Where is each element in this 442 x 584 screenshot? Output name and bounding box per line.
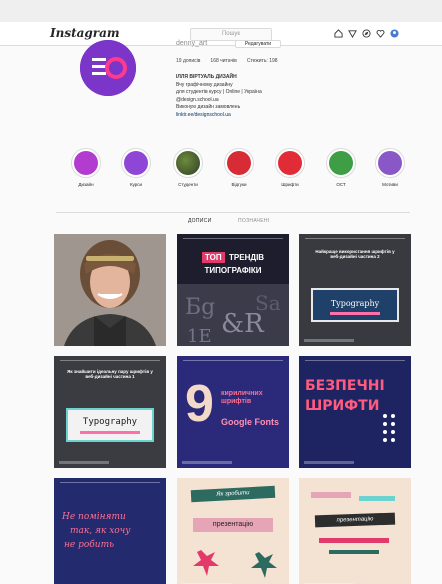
highlight-item[interactable]: Дизайн xyxy=(68,148,104,187)
post-header-line xyxy=(60,482,160,486)
profile-bio: ІЛЛЯ ВІРТУАЛЬ ДИЗАЙН Вчу графічному диза… xyxy=(176,74,376,119)
highlight-label: Курси xyxy=(129,182,143,187)
highlight-cover xyxy=(378,151,402,175)
bio-line: Виконую дизайн замовлень xyxy=(176,104,241,110)
post-footer-bar xyxy=(304,339,354,342)
bio-name: ІЛЛЯ ВІРТУАЛЬ ДИЗАЙН xyxy=(176,74,237,80)
post-tile[interactable] xyxy=(54,234,166,346)
highlight-label: Відгуки xyxy=(231,182,247,187)
highlight-item[interactable]: Мотиви xyxy=(372,148,408,187)
pink-underline xyxy=(330,312,380,315)
decorative-shapes xyxy=(311,492,395,554)
svg-text:1Е: 1Е xyxy=(187,326,212,346)
highlight-label: Дизайн xyxy=(78,182,94,187)
highlight-item[interactable]: Шрифти xyxy=(272,148,308,187)
post-header-line xyxy=(183,360,283,364)
tab-tagged[interactable]: ПОЗНАЧЕНІ xyxy=(238,218,269,224)
icon-dots xyxy=(383,414,395,442)
instagram-logo[interactable]: Instagram xyxy=(50,26,120,40)
compass-icon[interactable] xyxy=(361,28,371,38)
top-navbar: Instagram Пошук xyxy=(0,22,442,46)
post-title-word: ТОП xyxy=(201,252,225,263)
post-tile[interactable]: Не поміняти так, як хочу не робить xyxy=(54,478,166,584)
highlight-label: Студенти xyxy=(178,182,198,187)
story-highlights: Дизайн Курси Студенти Відгуки Шрифти ОСТ… xyxy=(68,148,408,192)
stat-followers[interactable]: 168 читачів xyxy=(210,58,236,64)
svg-text:Sa: Sa xyxy=(255,291,281,315)
post-footer-bar xyxy=(59,461,109,464)
tab-posts[interactable]: ДОПИСИ xyxy=(188,218,211,224)
highlight-cover xyxy=(124,151,148,175)
bio-line: Вчу графічному дизайну xyxy=(176,81,233,88)
bio-line: для студентів курсу | Online | Україна xyxy=(176,89,262,95)
post-tile[interactable]: БЕЗПЕЧНІ ШРИФТИ xyxy=(299,356,411,468)
typography-label: Typography xyxy=(330,299,380,308)
highlight-label: Мотиви xyxy=(382,182,398,187)
post-title-word: ТРЕНДІВ xyxy=(229,253,265,262)
explore-icon[interactable] xyxy=(347,28,357,38)
bio-link[interactable]: linktr.ee/designschool.ua xyxy=(176,112,376,120)
highlight-cover xyxy=(176,151,200,175)
post-subtitle: кириличних шрифтів xyxy=(221,390,263,406)
post-tile[interactable]: Бg &R Sa 1Е ТОП ТРЕНДІВ ТИПОГРАФІКИ xyxy=(177,234,289,346)
highlight-label: Шрифти xyxy=(281,182,299,187)
highlight-label: ОСТ xyxy=(336,182,346,187)
typography-card: Typography xyxy=(311,288,399,322)
post-header-line xyxy=(60,360,160,364)
post-tile[interactable]: Найкраще використання шрифтів у веб-диза… xyxy=(299,234,411,346)
typography-card: Typography xyxy=(66,408,154,442)
big-number: 9 xyxy=(185,375,214,433)
browser-strip xyxy=(0,0,442,22)
pink-underline xyxy=(80,431,140,434)
post-tile[interactable]: Як зробити презентацію xyxy=(177,478,289,584)
post-title-word: ТИПОГРАФІКИ xyxy=(204,265,262,275)
post-title: Як знайшити ідеальну пару шрифтів у веб-… xyxy=(67,369,153,379)
post-tile[interactable]: Як знайшити ідеальну пару шрифтів у веб-… xyxy=(54,356,166,468)
highlight-item[interactable]: Відгуки xyxy=(221,148,257,187)
home-icon[interactable] xyxy=(333,28,343,38)
profile-stats: 19 дописів 168 читачів Стежить: 198 xyxy=(176,58,278,64)
profile-avatar[interactable] xyxy=(80,40,136,96)
highlight-item[interactable]: Курси xyxy=(118,148,154,187)
starburst-shapes xyxy=(193,550,277,578)
highlight-item[interactable]: Студенти xyxy=(170,148,206,187)
stat-following[interactable]: Стежить: 198 xyxy=(247,58,278,64)
typography-label: Typography xyxy=(82,417,138,427)
post-tile[interactable]: презентацію xyxy=(299,478,411,584)
highlight-cover xyxy=(329,151,353,175)
post-script-line: не робить xyxy=(64,540,115,550)
stat-posts[interactable]: 19 дописів xyxy=(176,58,200,64)
profile-icon[interactable] xyxy=(389,28,399,38)
svg-text:Бg: Бg xyxy=(185,295,215,320)
post-header-line xyxy=(305,238,405,242)
post-title: Найкраще використання шрифтів у веб-диза… xyxy=(315,249,395,259)
post-footer-bar xyxy=(182,461,232,464)
post-brand: Google Fonts xyxy=(221,417,279,427)
nav-icons xyxy=(333,28,399,38)
edit-profile-button[interactable]: Редагувати xyxy=(235,40,281,48)
heart-icon[interactable] xyxy=(375,28,385,38)
bio-line: @design.school.ua xyxy=(176,96,219,103)
highlight-item[interactable]: ОСТ xyxy=(323,148,359,187)
highlight-cover xyxy=(278,151,302,175)
tabs-divider xyxy=(56,212,410,213)
portrait-photo xyxy=(54,234,166,346)
post-script-line: Не поміняти xyxy=(62,512,126,522)
post-script-line: так, як хочу xyxy=(70,526,131,536)
post-tile[interactable]: 9 кириличних шрифтів Google Fonts xyxy=(177,356,289,468)
post-footer-bar xyxy=(304,461,354,464)
profile-username: denny_art xyxy=(176,40,208,47)
highlight-cover xyxy=(227,151,251,175)
highlight-cover xyxy=(74,151,98,175)
